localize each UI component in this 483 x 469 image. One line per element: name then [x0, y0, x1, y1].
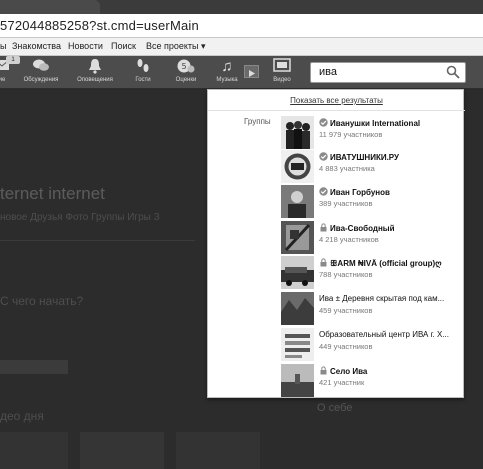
section-label-groups: Группы — [244, 117, 271, 126]
divider — [208, 110, 465, 111]
group-avatar — [281, 185, 314, 218]
browser-tabstrip — [0, 0, 483, 14]
browser-tab[interactable] — [0, 0, 100, 14]
ghost-button — [0, 360, 68, 374]
toolbar-music[interactable]: ♫ Музыка — [205, 58, 249, 88]
bell-icon — [73, 58, 117, 75]
toolbar-discussions[interactable]: Обсуждения — [19, 58, 63, 88]
video-thumb — [176, 432, 260, 469]
messages-count-badge: 1 — [6, 56, 20, 64]
video-thumb — [80, 432, 164, 469]
group-result-item[interactable]: Ива-Свободный 4 218 участников — [281, 221, 461, 255]
group-name: Иван Горбунов — [330, 188, 390, 197]
profile-tabs: новое Друзья Фото Группы Игры З — [0, 212, 160, 223]
menu-item-dating[interactable]: Знакомства — [12, 41, 61, 51]
group-members: 788 участников — [319, 270, 373, 279]
about-title: О себе — [317, 402, 353, 414]
address-bar[interactable]: 5720448852​58?st.cmd=userMain — [0, 14, 483, 38]
chat-bubbles-icon — [19, 58, 63, 75]
rating-icon: 5 — [164, 58, 208, 75]
group-name: Иванушки International — [330, 119, 421, 128]
group-members: 459 участников — [319, 306, 373, 315]
group-avatar — [281, 256, 314, 289]
group-name: Ива ± Деревня скрытая под кам... — [319, 294, 445, 303]
group-avatar — [281, 221, 314, 254]
group-result-item[interactable]: Иван Горбунов 389 участников — [281, 185, 461, 219]
toolbar-ratings[interactable]: 5 Оценки — [164, 58, 208, 88]
group-members: 421 участник — [319, 378, 365, 387]
getting-started-title: С чего начать? — [0, 294, 84, 308]
verified-icon — [319, 187, 328, 196]
group-members: 449 участников — [319, 342, 373, 351]
group-avatar — [281, 292, 314, 325]
search-input[interactable]: ива — [310, 62, 466, 83]
group-members: 389 участников — [319, 199, 373, 208]
toolbar-video[interactable]: Видео — [260, 58, 304, 88]
profile-name: ternet internet — [0, 184, 105, 203]
url-text: 5720448852​58?st.cmd=userMain — [0, 18, 199, 33]
group-avatar — [281, 328, 314, 361]
group-avatar — [281, 116, 314, 149]
group-avatar — [281, 150, 314, 183]
toolbar-notifications[interactable]: Оповещения — [73, 58, 117, 88]
video-icon — [260, 58, 304, 75]
menu-item-news[interactable]: Новости — [68, 41, 103, 51]
group-name: ИВАТУШНИКИ.РУ — [330, 153, 399, 162]
music-play-button[interactable] — [244, 65, 259, 78]
menu-item-all-projects[interactable]: Все проекты ▾ — [146, 41, 206, 52]
menu-item-search[interactable]: Поиск — [111, 41, 136, 51]
group-result-item[interactable]: Село Ива 421 участник — [281, 364, 461, 398]
toolbar-guests[interactable]: Гости — [121, 58, 165, 88]
group-result-item[interactable]: Ива ± Деревня скрытая под кам... 459 уча… — [281, 292, 461, 326]
svg-text:5: 5 — [181, 62, 186, 71]
search-query: ива — [319, 66, 337, 78]
group-avatar — [281, 364, 314, 397]
divider — [0, 240, 195, 241]
menu-item-partial[interactable]: ы — [0, 41, 6, 51]
verified-icon — [319, 118, 328, 127]
lock-icon — [319, 258, 328, 267]
group-name: ꕥARM ₦IVÄ (official group)ღ — [330, 259, 442, 268]
search-icon[interactable] — [446, 65, 460, 79]
footprints-icon — [121, 58, 165, 75]
video-thumb — [0, 432, 68, 469]
group-name: Ива-Свободный — [330, 224, 395, 233]
group-members: 11 979 участников — [319, 130, 383, 139]
group-result-item[interactable]: ИВАТУШНИКИ.РУ 4 883 участника — [281, 150, 461, 184]
site-menu: ы Знакомства Новости Поиск Все проекты ▾ — [0, 38, 483, 56]
lock-icon — [319, 223, 328, 232]
group-result-item[interactable]: Образовательный центр ИВА г. Х... 449 уч… — [281, 328, 461, 362]
group-result-item[interactable]: ꕥARM ₦IVÄ (official group)ღ 788 участник… — [281, 256, 461, 290]
group-result-item[interactable]: Иванушки International 11 979 участников — [281, 116, 461, 150]
group-name: Образовательный центр ИВА г. Х... — [319, 330, 449, 339]
show-all-results-link[interactable]: Показать все результаты — [208, 96, 465, 105]
group-members: 4 218 участников — [319, 235, 379, 244]
music-note-icon: ♫ — [221, 58, 233, 75]
verified-icon — [319, 152, 328, 161]
lock-icon — [319, 366, 328, 375]
search-suggestions-dropdown: Показать все результаты Группы Иванушки … — [207, 89, 465, 398]
group-members: 4 883 участника — [319, 164, 375, 173]
video-of-day-title: део дня — [0, 409, 44, 423]
group-name: Село Ива — [330, 367, 368, 376]
